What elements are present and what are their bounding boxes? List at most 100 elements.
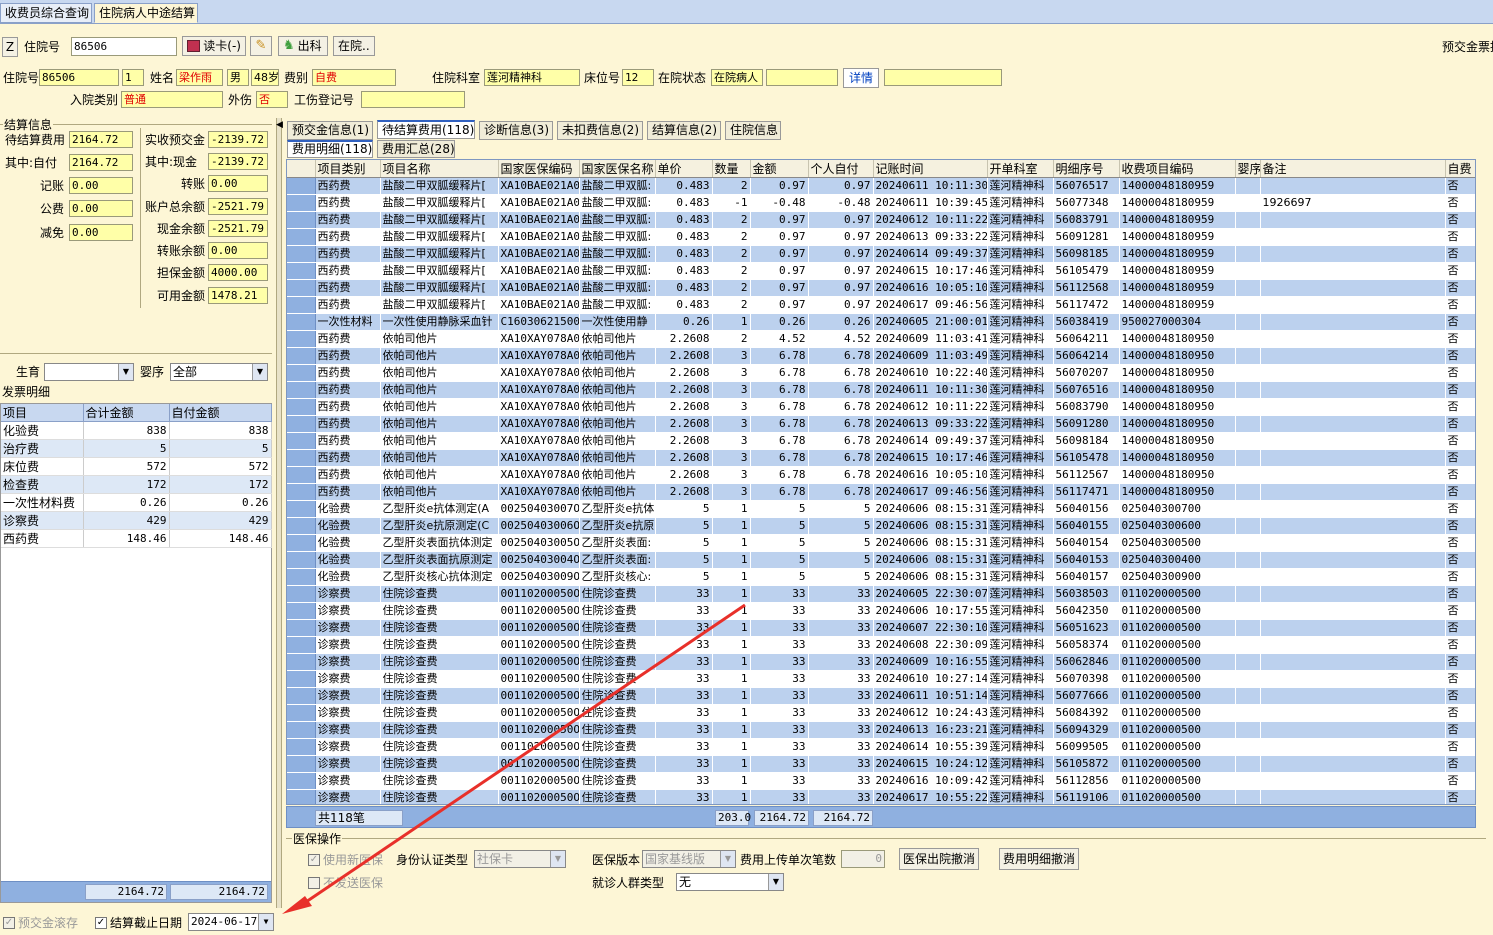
table-row[interactable]: 诊察费 住院诊查费 00110200050OC 住院诊查费 33 1 33 33 2024060…: [287, 619, 1475, 637]
table-row[interactable]: 诊察费 住院诊查费 00110200050OC 住院诊查费 33 1 33 33 2024060…: [287, 636, 1475, 654]
tab-diagnosis[interactable]: 诊断信息(3): [479, 121, 553, 140]
splitter[interactable]: [276, 118, 282, 908]
table-row[interactable]: 一次性材料 一次性使用静脉采血针 C16030621500C 一次性使用静 0.26 1 0…: [287, 313, 1475, 331]
table-row[interactable]: 诊察费 住院诊查费 00110200050OC 住院诊查费 33 1 33 33 2024061…: [287, 789, 1475, 804]
tab-fee-query[interactable]: 收费员综合查询: [0, 3, 92, 23]
list-item[interactable]: 检查费 172 172: [1, 475, 272, 494]
table-row[interactable]: 诊察费 住院诊查费 00110200050OC 住院诊查费 33 1 33 33 2024061…: [287, 738, 1475, 756]
tab-inpatient-info[interactable]: 住院信息: [725, 121, 781, 140]
grid-col-7[interactable]: 个人自付: [808, 160, 874, 178]
table-row[interactable]: 西药费 盐酸二甲双胍缓释片[XA10BAE021A01 盐酸二甲双胍: 0.483 2 0…: [287, 262, 1475, 280]
collapse-arrow-icon[interactable]: ◀: [276, 120, 283, 130]
grid-col-5[interactable]: 数量: [712, 160, 751, 178]
row-indicator[interactable]: [287, 721, 316, 739]
row-indicator[interactable]: [287, 500, 316, 518]
row-indicator[interactable]: [287, 296, 316, 314]
table-row[interactable]: 西药费 盐酸二甲双胍缓释片[XA10BAE021A01 盐酸二甲双胍: 0.483 2 0…: [287, 245, 1475, 263]
table-row[interactable]: 化验费 乙型肝炎核心抗体测定 00250403009OC 乙型肝炎核心: 5 1 5 5 202…: [287, 568, 1475, 586]
row-indicator[interactable]: [287, 653, 316, 671]
invoice-col-item[interactable]: 项目: [1, 404, 84, 422]
settle-date-picker[interactable]: 2024-06-17 ▼: [188, 913, 274, 931]
row-indicator[interactable]: [287, 262, 316, 280]
row-indicator[interactable]: [287, 449, 316, 467]
tab-undeducted[interactable]: 未扣费信息(2): [557, 121, 643, 140]
visitor-type-select[interactable]: 无 ▼: [676, 873, 784, 891]
admission-search-input[interactable]: 86506: [71, 37, 177, 56]
grid-col-11[interactable]: 收费项目编码: [1119, 160, 1236, 178]
table-row[interactable]: 化验费 乙型肝炎e抗原测定(C 00250403006OC 乙型肝炎e抗原 5 1 5 5 20…: [287, 517, 1475, 535]
tab-midway-settlement[interactable]: 住院病人中途结算: [94, 3, 198, 23]
discharge-button[interactable]: ♞ 出科: [278, 36, 328, 56]
row-indicator[interactable]: [287, 347, 316, 365]
grid-col-10[interactable]: 明细序号: [1053, 160, 1120, 178]
table-row[interactable]: 诊察费 住院诊查费 00110200050OC 住院诊查费 33 1 33 33 2024061…: [287, 721, 1475, 739]
table-row[interactable]: 诊察费 住院诊查费 00110200050OC 住院诊查费 33 1 33 33 2024061…: [287, 755, 1475, 773]
row-indicator[interactable]: [287, 755, 316, 773]
table-row[interactable]: 西药费 依帕司他片 XA10XAY078A0C 依帕司他片 2.2608 3 6.78 6.7…: [287, 415, 1475, 433]
use-new-insurance-checkbox[interactable]: ✓ 使用新医保: [308, 852, 383, 868]
table-row[interactable]: 西药费 盐酸二甲双胍缓释片[XA10BAE021A01 盐酸二甲双胍: 0.483 2 0…: [287, 279, 1475, 297]
subtab-fee-detail[interactable]: 费用明细(118): [287, 140, 373, 158]
list-item[interactable]: 西药费 148.46 148.46: [1, 529, 272, 548]
grid-col-1[interactable]: 项目名称: [380, 160, 499, 178]
version-select[interactable]: 国家基线版 ▼: [642, 850, 736, 868]
broom-button[interactable]: ✎: [250, 36, 272, 56]
table-row[interactable]: 西药费 盐酸二甲双胍缓释片[XA10BAE021A01 盐酸二甲双胍: 0.483 2 0…: [287, 211, 1475, 229]
table-row[interactable]: 诊察费 住院诊查费 00110200050OC 住院诊查费 33 1 33 33 2024061…: [287, 687, 1475, 705]
tab-deposit-info[interactable]: 预交金信息(1): [287, 121, 373, 140]
row-indicator[interactable]: [287, 619, 316, 637]
row-indicator[interactable]: [287, 534, 316, 552]
grid-col-4[interactable]: 单价: [655, 160, 713, 178]
table-row[interactable]: 诊察费 住院诊查费 00110200050OC 住院诊查费 33 1 33 33 2024061…: [287, 670, 1475, 688]
row-indicator[interactable]: [287, 738, 316, 756]
table-row[interactable]: 诊察费 住院诊查费 00110200050OC 住院诊查费 33 1 33 33 2024060…: [287, 585, 1475, 603]
table-row[interactable]: 西药费 依帕司他片 XA10XAY078A0C 依帕司他片 2.2608 3 6.78 6.7…: [287, 483, 1475, 501]
list-item[interactable]: 化验费 838 838: [1, 421, 272, 440]
table-row[interactable]: 诊察费 住院诊查费 00110200050OC 住院诊查费 33 1 33 33 2024060…: [287, 653, 1475, 671]
table-row[interactable]: 西药费 盐酸二甲双胍缓释片[XA10BAE021A01 盐酸二甲双胍: 0.483 2 0…: [287, 177, 1475, 195]
read-card-button[interactable]: 读卡(-): [182, 36, 246, 56]
list-item[interactable]: 一次性材料费 0.26 0.26: [1, 493, 272, 512]
table-row[interactable]: 西药费 依帕司他片 XA10XAY078A0C 依帕司他片 2.2608 3 6.78 6.7…: [287, 432, 1475, 450]
row-indicator[interactable]: [287, 602, 316, 620]
grid-col-14[interactable]: 自费: [1445, 160, 1475, 178]
row-indicator[interactable]: [287, 432, 316, 450]
deposit-roll-checkbox[interactable]: ✓ 预交金滚存: [3, 915, 78, 931]
settle-date-checkbox[interactable]: ✓ 结算截止日期: [95, 915, 182, 931]
table-row[interactable]: 西药费 依帕司他片 XA10XAY078A0C 依帕司他片 2.2608 3 6.78 6.7…: [287, 466, 1475, 484]
row-indicator[interactable]: [287, 211, 316, 229]
row-indicator[interactable]: [287, 789, 316, 804]
table-row[interactable]: 西药费 依帕司他片 XA10XAY078A0C 依帕司他片 2.2608 3 6.78 6.7…: [287, 398, 1475, 416]
table-row[interactable]: 西药费 盐酸二甲双胍缓释片[XA10BAE021A01 盐酸二甲双胍: 0.483 2 0…: [287, 296, 1475, 314]
row-indicator[interactable]: [287, 177, 316, 195]
row-indicator[interactable]: [287, 585, 316, 603]
table-row[interactable]: 西药费 依帕司他片 XA10XAY078A0C 依帕司他片 2.2608 3 6.78 6.7…: [287, 381, 1475, 399]
row-indicator[interactable]: [287, 415, 316, 433]
subtab-fee-summary[interactable]: 费用汇总(28): [377, 140, 455, 158]
detail-link[interactable]: 详情: [843, 68, 879, 88]
table-row[interactable]: 诊察费 住院诊查费 00110200050OC 住院诊查费 33 1 33 33 2024061…: [287, 772, 1475, 790]
row-indicator[interactable]: [287, 330, 316, 348]
table-row[interactable]: 化验费 乙型肝炎表面抗体测定 00250403005OC 乙型肝炎表面: 5 1 5 5 202…: [287, 534, 1475, 552]
list-item[interactable]: 诊察费 429 429: [1, 511, 272, 530]
table-row[interactable]: 化验费 乙型肝炎表面抗原测定 00250403004OC 乙型肝炎表面: 5 1 5 5 202…: [287, 551, 1475, 569]
grid-col-3[interactable]: 国家医保名称: [579, 160, 656, 178]
row-indicator[interactable]: [287, 398, 316, 416]
list-item[interactable]: 床位费 572 572: [1, 457, 272, 476]
table-row[interactable]: 西药费 依帕司他片 XA10XAY078A0C 依帕司他片 2.2608 3 6.78 6.7…: [287, 347, 1475, 365]
row-indicator[interactable]: [287, 704, 316, 722]
infant-select[interactable]: 全部 ▼: [170, 363, 268, 381]
tab-pending-fees[interactable]: 待结算费用(118): [377, 120, 475, 139]
grid-col-6[interactable]: 金额: [750, 160, 809, 178]
table-row[interactable]: 西药费 依帕司他片 XA10XAY078A0C 依帕司他片 2.2608 2 4.52 4.5…: [287, 330, 1475, 348]
table-row[interactable]: 西药费 盐酸二甲双胍缓释片[XA10BAE021A01 盐酸二甲双胍: 0.483 2 0…: [287, 228, 1475, 246]
row-indicator[interactable]: [287, 670, 316, 688]
grid-col-2[interactable]: 国家医保编码: [498, 160, 580, 178]
table-row[interactable]: 诊察费 住院诊查费 00110200050OC 住院诊查费 33 1 33 33 2024060…: [287, 602, 1475, 620]
no-send-insurance-checkbox[interactable]: 不发送医保: [308, 875, 383, 891]
row-indicator[interactable]: [287, 466, 316, 484]
birth-select[interactable]: ▼: [44, 363, 134, 381]
row-indicator[interactable]: [287, 568, 316, 586]
row-indicator[interactable]: [287, 279, 316, 297]
invoice-col-total[interactable]: 合计金额: [83, 404, 170, 422]
